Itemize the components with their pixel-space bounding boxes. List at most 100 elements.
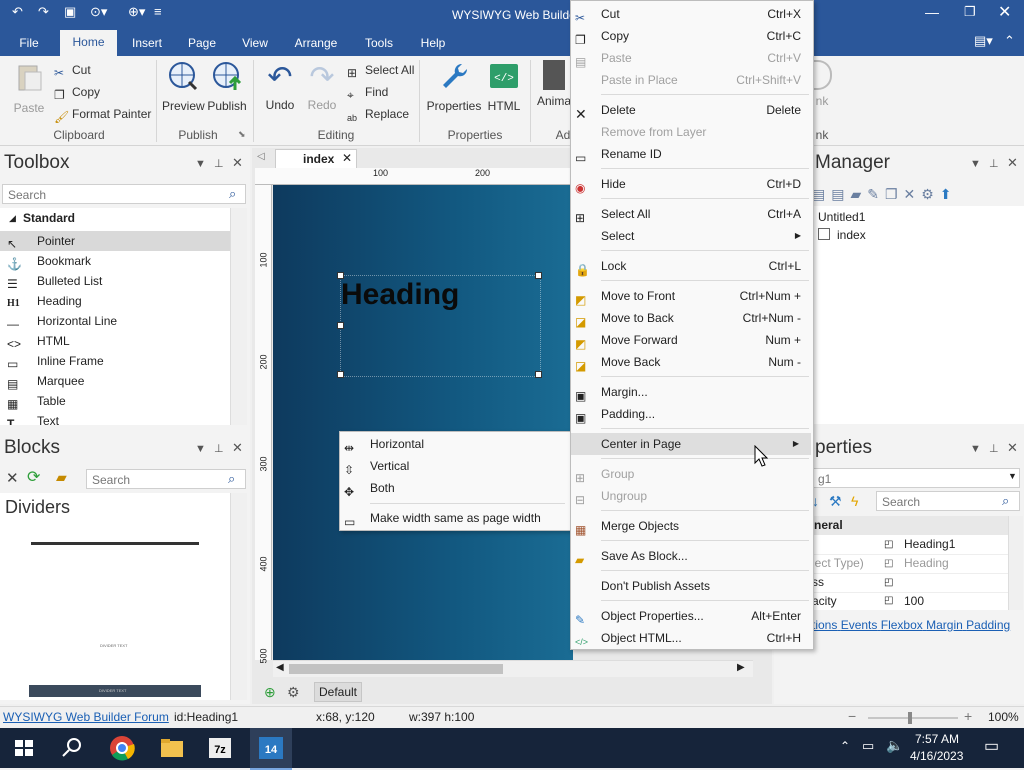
pin-icon[interactable]: ⊥ xyxy=(214,157,224,170)
network-icon[interactable]: ▭ xyxy=(862,738,874,754)
taskbar-wysiwyg-active[interactable]: 14 xyxy=(250,728,292,770)
menu-item-object-html[interactable]: </> Object HTML... Ctrl+H xyxy=(571,627,813,649)
forum-link[interactable]: WYSIWYG Web Builder Forum xyxy=(3,710,169,724)
search-icon[interactable]: ⌕ xyxy=(1002,493,1009,509)
windows-start-icon[interactable] xyxy=(8,732,40,764)
submenu-item-make-width-same[interactable]: ▭ Make width same as page width xyxy=(340,507,570,529)
property-link-icon[interactable]: ◰ xyxy=(884,554,893,573)
panel-close-icon[interactable]: ✕ xyxy=(232,440,243,456)
resize-handle[interactable] xyxy=(337,371,344,378)
menu-item-ungroup[interactable]: ⊟ Ungroup xyxy=(571,485,813,507)
menu-item-move-to-front[interactable]: ◩ Move to Front Ctrl+Num + xyxy=(571,285,813,307)
menu-item-move-to-back[interactable]: ◪ Move to Back Ctrl+Num - xyxy=(571,307,813,329)
menu-item-margin[interactable]: ▣ Margin... xyxy=(571,381,813,403)
publish-icon[interactable]: ⊕▾ xyxy=(128,4,145,22)
tab-insert[interactable]: Insert xyxy=(126,34,168,56)
menu-item-padding[interactable]: ▣ Padding... xyxy=(571,403,813,425)
properties-button[interactable]: Properties xyxy=(425,60,483,113)
scroll-right-icon[interactable]: ▶ xyxy=(737,662,745,673)
toolbox-category-standard[interactable]: ◢ Standard xyxy=(0,208,230,228)
chrome-icon[interactable] xyxy=(106,732,138,764)
find-button[interactable]: ⌖ Find xyxy=(347,82,388,102)
resize-handle[interactable] xyxy=(337,322,344,329)
site-tree-page-index[interactable]: index xyxy=(837,228,866,242)
toolbox-item-table[interactable]: ▦ Table xyxy=(0,391,230,411)
tab-scroll-left-icon[interactable]: ◁ xyxy=(257,151,265,162)
animations-button[interactable]: Anima xyxy=(537,60,571,108)
tab-view[interactable]: View xyxy=(238,34,272,56)
link-padding[interactable]: Padding xyxy=(966,618,1010,632)
property-row[interactable]: ◰ Heading1 xyxy=(812,535,1008,555)
menu-item-lock[interactable]: 🔒 Lock Ctrl+L xyxy=(571,255,813,277)
toolbox-item-inline-frame[interactable]: ▭ Inline Frame xyxy=(0,351,230,371)
wrench-icon[interactable]: ⚒ xyxy=(829,493,842,510)
scroll-left-icon[interactable]: ◀ xyxy=(276,662,284,673)
pin-icon[interactable]: ⊥ xyxy=(989,157,999,170)
tray-chevron-icon[interactable]: ⌃ xyxy=(840,739,850,753)
property-row[interactable]: ss ◰ xyxy=(812,573,1008,593)
toolbox-search-input[interactable]: Search xyxy=(2,184,246,204)
zoom-slider[interactable] xyxy=(868,712,958,724)
site-tree-root[interactable]: Untitled1 xyxy=(818,210,865,224)
menu-item-paste[interactable]: ▤ Paste Ctrl+V xyxy=(571,47,813,69)
tab-help[interactable]: Help xyxy=(416,34,450,56)
minimize-icon[interactable]: — xyxy=(925,4,939,20)
folder-icon[interactable]: ▰ xyxy=(56,469,67,486)
menu-item-object-properties[interactable]: ✎ Object Properties... Alt+Enter xyxy=(571,605,813,627)
site-manager-toolbar[interactable]: ▤▤▰✎❐✕⚙⬆ xyxy=(812,186,1017,204)
notifications-icon[interactable]: ▭ xyxy=(984,736,999,756)
cut-button[interactable]: ✂ Cut xyxy=(54,60,91,80)
preview-button[interactable]: Preview xyxy=(162,60,205,113)
page-settings-icon[interactable]: ⚙ xyxy=(287,684,300,701)
tab-page[interactable]: Page xyxy=(184,34,220,56)
link-margin[interactable]: Margin xyxy=(926,618,963,632)
redo-icon[interactable]: ↷ xyxy=(38,4,49,22)
collapse-ribbon-icon[interactable]: ⌃ xyxy=(1004,33,1015,49)
menu-item-delete[interactable]: ✕ Delete Delete xyxy=(571,99,813,122)
move-up-icon[interactable]: ⬆ xyxy=(940,186,958,202)
property-row[interactable]: ject Type) ◰ Heading xyxy=(812,554,1008,574)
link-flexbox[interactable]: Flexbox xyxy=(881,618,923,632)
submenu-item-horizontal[interactable]: ⇹ Horizontal xyxy=(340,433,570,455)
toolbox-item-text[interactable]: T Text xyxy=(0,411,230,425)
menu-item-move-forward[interactable]: ◩ Move Forward Num + xyxy=(571,329,813,351)
menu-item-rename-id[interactable]: ▭ Rename ID xyxy=(571,143,813,165)
document-tab-index[interactable]: index ✕ xyxy=(275,149,357,168)
search-icon[interactable]: ⌕ xyxy=(228,471,235,487)
close-icon[interactable]: ✕ xyxy=(998,2,1011,22)
add-page-icon[interactable]: ⊕ xyxy=(264,684,276,701)
select-all-button[interactable]: ⊞ Select All xyxy=(347,60,414,80)
clock-date[interactable]: 4/16/2023 xyxy=(910,749,963,763)
heading-object[interactable]: Heading xyxy=(340,275,541,377)
tab-file[interactable]: File xyxy=(14,34,44,56)
undo-icon[interactable]: ↶ xyxy=(12,4,23,22)
layout-icon[interactable]: ▤▾ xyxy=(974,33,993,49)
property-row[interactable]: acity ◰ 100 xyxy=(812,592,1008,610)
scroll-thumb[interactable] xyxy=(289,664,503,674)
tab-arrange[interactable]: Arrange xyxy=(290,34,342,56)
7zip-icon[interactable]: 7z xyxy=(204,732,236,764)
html-button[interactable]: </> HTML xyxy=(485,60,523,113)
property-link-icon[interactable]: ◰ xyxy=(884,592,893,610)
submenu-item-both[interactable]: ✥ Both xyxy=(340,477,570,499)
link-button[interactable]: nk xyxy=(812,60,832,108)
panel-menu-icon[interactable]: ▼ xyxy=(195,158,206,170)
menu-item-dont-publish-assets[interactable]: Don't Publish Assets xyxy=(571,575,813,597)
chevron-down-icon[interactable]: ▼ xyxy=(1008,471,1017,481)
menu-item-select-all[interactable]: ⊞ Select All Ctrl+A xyxy=(571,203,813,225)
format-painter-button[interactable]: 🖌 Format Painter xyxy=(54,104,151,124)
page-canvas[interactable]: Heading xyxy=(273,185,573,660)
menu-item-group[interactable]: ⊞ Group xyxy=(571,463,813,485)
zoom-out-icon[interactable]: − xyxy=(848,708,856,724)
canvas-scrollbar-horizontal[interactable]: ◀ ▶ xyxy=(273,660,753,677)
zoom-in-icon[interactable]: + xyxy=(964,708,972,724)
link-events[interactable]: Events xyxy=(841,618,878,632)
menu-item-save-as-block[interactable]: ▰ Save As Block... xyxy=(571,545,813,567)
panel-menu-icon[interactable]: ▼ xyxy=(970,158,981,170)
file-explorer-icon[interactable] xyxy=(156,732,188,764)
menu-item-copy[interactable]: ❐ Copy Ctrl+C xyxy=(571,25,813,47)
link-actions[interactable]: tions xyxy=(812,618,837,632)
divider-preview-bar[interactable]: DIVIDER TEXT xyxy=(29,685,201,697)
replace-button[interactable]: ab Replace xyxy=(347,104,409,124)
toolbox-item-html[interactable]: <> HTML xyxy=(0,331,230,351)
